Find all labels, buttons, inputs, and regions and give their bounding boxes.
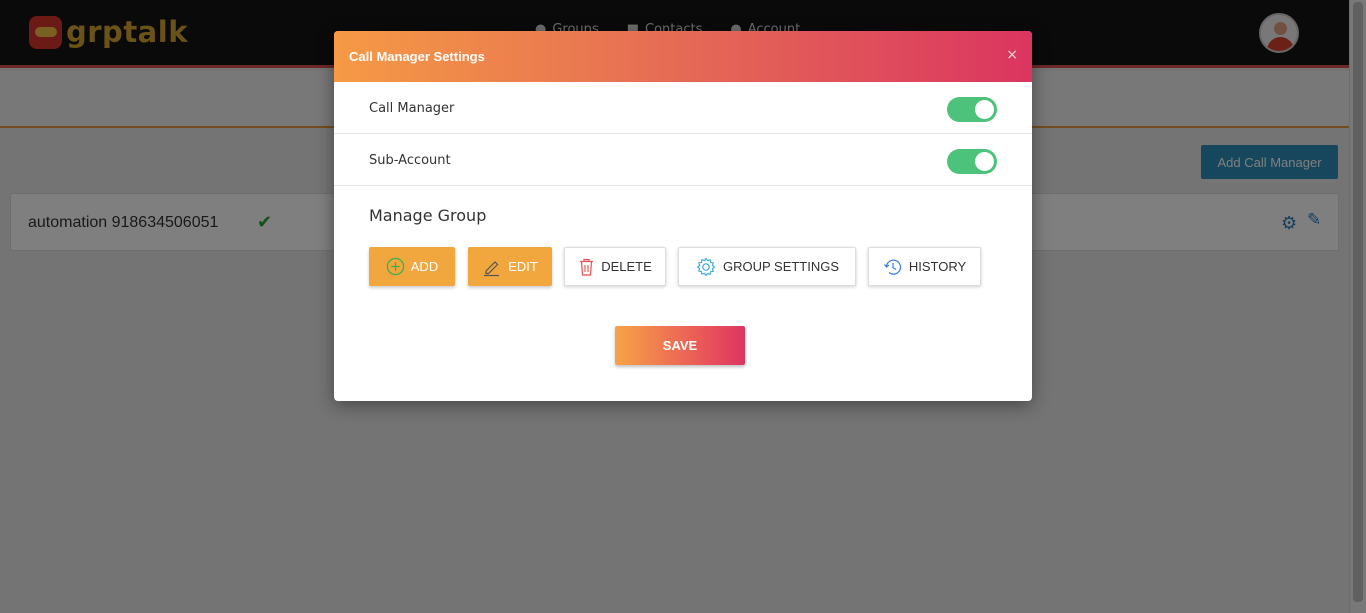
save-button[interactable]: SAVE: [615, 326, 745, 365]
sub-account-toggle[interactable]: [947, 149, 997, 174]
setting-row-call-manager: Call Manager: [334, 82, 1032, 134]
history-button-label: HISTORY: [908, 259, 967, 274]
call-manager-settings-modal: Call Manager Settings × Call Manager Sub…: [334, 31, 1032, 401]
pencil-icon: [482, 257, 502, 277]
edit-button-label: EDIT: [508, 259, 538, 274]
history-icon: [883, 257, 903, 277]
setting-label: Call Manager: [369, 101, 455, 116]
history-button[interactable]: HISTORY: [868, 247, 981, 286]
edit-button[interactable]: EDIT: [468, 247, 552, 286]
add-button-label: ADD: [410, 259, 439, 274]
delete-button[interactable]: DELETE: [564, 247, 666, 286]
plus-circle-icon: [386, 257, 405, 276]
modal-header: Call Manager Settings ×: [334, 31, 1032, 82]
setting-row-sub-account: Sub-Account: [334, 134, 1032, 186]
close-icon[interactable]: ×: [1006, 47, 1018, 63]
group-settings-button-label: GROUP SETTINGS: [722, 259, 840, 274]
gear-icon: [695, 256, 717, 278]
delete-button-label: DELETE: [601, 259, 652, 274]
add-button[interactable]: ADD: [369, 247, 455, 286]
call-manager-toggle[interactable]: [947, 97, 997, 122]
setting-label: Sub-Account: [369, 153, 451, 168]
manage-group-title: Manage Group: [369, 206, 487, 225]
group-settings-button[interactable]: GROUP SETTINGS: [678, 247, 856, 286]
modal-title: Call Manager Settings: [349, 49, 485, 64]
trash-icon: [578, 257, 595, 277]
